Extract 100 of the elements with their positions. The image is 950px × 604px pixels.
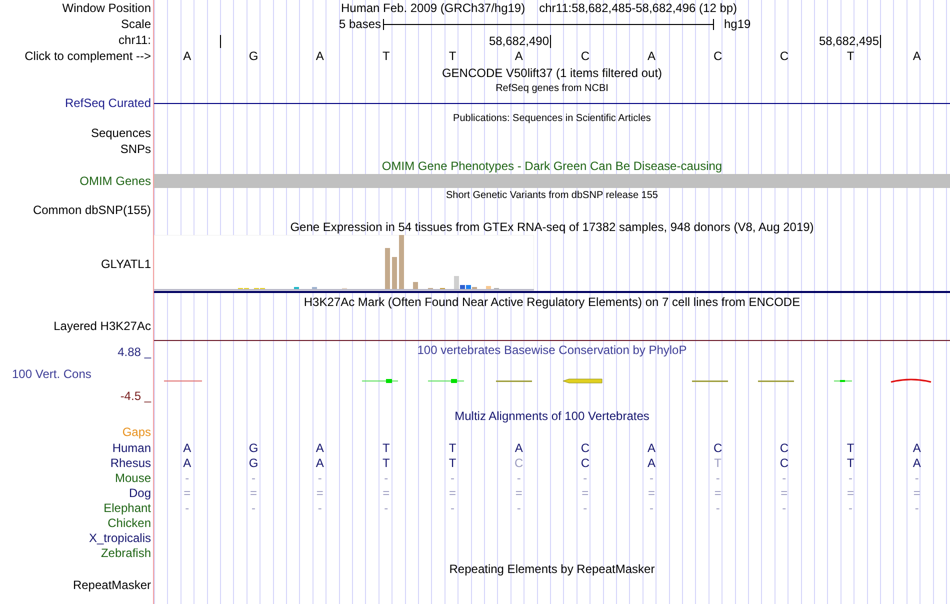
alignment-base: A — [514, 440, 523, 454]
alignment-base: - — [318, 470, 322, 484]
alignment-base: A — [316, 440, 324, 454]
alignment-base: G — [248, 440, 258, 454]
alignment-base: C — [780, 456, 788, 470]
base-letter[interactable]: A — [647, 49, 656, 63]
alignment-base: C — [780, 440, 788, 454]
alignment-base: C — [580, 456, 590, 470]
base-letter[interactable]: A — [912, 49, 921, 63]
alignment-base: A — [912, 456, 921, 470]
alignment-base: - — [716, 470, 720, 484]
track-label[interactable]: Elephant — [104, 500, 151, 514]
track-label[interactable]: 100 Vert. Cons — [0, 365, 92, 383]
alignment-base: T — [714, 456, 722, 470]
base-letter[interactable]: G — [248, 49, 258, 63]
alignment-base: A — [183, 440, 192, 454]
alignment-base: A — [912, 440, 921, 454]
base-letter[interactable]: C — [780, 49, 788, 63]
track-label[interactable]: Human — [112, 440, 151, 454]
track-title: Repeating Elements by RepeatMasker — [449, 560, 655, 578]
coordinate-label: 58,682,490 — [488, 35, 549, 48]
track-label[interactable]: Click to complement --> — [24, 49, 151, 63]
track-label[interactable]: Layered H3K27Ac — [54, 318, 151, 332]
alignment-base: - — [450, 470, 454, 484]
base-letter[interactable]: T — [382, 49, 390, 63]
alignment-base: - — [848, 500, 852, 514]
axis-min-label: -4.5 _ — [120, 388, 151, 405]
alignment-base: - — [716, 500, 720, 514]
track-label[interactable]: OMIM Genes — [80, 174, 151, 188]
alignment-base: = — [780, 486, 788, 500]
track-label[interactable]: X_tropicalis — [88, 530, 151, 544]
alignment-base: = — [582, 486, 589, 500]
track-label[interactable]: Chicken — [108, 516, 151, 530]
track-label[interactable]: Window Position — [62, 1, 151, 15]
alignment-base: = — [448, 486, 456, 500]
base-letter[interactable]: C — [580, 49, 590, 63]
track-title: OMIM Gene Phenotypes - Dark Green Can Be Disease-causing — [382, 158, 722, 174]
track-label[interactable]: Rhesus — [110, 456, 151, 470]
coordinate-label: 58,682,495 — [818, 35, 879, 48]
base-letter[interactable]: A — [183, 49, 192, 63]
alignment-base: T — [382, 440, 390, 454]
base-letter[interactable]: A — [514, 49, 523, 63]
alignment-base: - — [251, 500, 256, 514]
track-label[interactable]: chr11: — [118, 33, 151, 47]
alignment-base: - — [251, 470, 256, 484]
track-title: H3K27Ac Mark (Often Found Near Active Regulatory Elements) on 7 cell lines from ENCODE — [304, 294, 800, 310]
track-title: GENCODE V50lift37 (1 items filtered out) — [442, 64, 662, 82]
base-letter[interactable]: T — [846, 49, 854, 63]
alignment-base: - — [583, 500, 588, 514]
alignment-base: = — [382, 486, 390, 500]
assembly-name: Human Feb. 2009 (GRCh37/hg19) — [341, 0, 526, 17]
track-label[interactable]: Zebrafish — [100, 546, 151, 560]
alignment-base: = — [250, 486, 257, 500]
track-label[interactable]: SNPs — [120, 142, 151, 156]
track-label[interactable]: Common dbSNP(155) — [32, 203, 151, 217]
alignment-base: C — [713, 440, 722, 454]
track-label[interactable]: RepeatMasker — [72, 578, 151, 592]
track-label[interactable]: GLYATL1 — [100, 257, 151, 271]
base-letter[interactable]: A — [316, 49, 324, 63]
alignment-base: G — [248, 456, 258, 470]
track-label[interactable]: Mouse — [114, 470, 151, 484]
alignment-base: - — [185, 470, 190, 484]
alignment-base: A — [647, 456, 656, 470]
alignment-base: - — [583, 470, 588, 484]
base-letter[interactable]: C — [713, 49, 722, 63]
track-label[interactable]: RefSeq Curated — [64, 96, 151, 110]
alignment-base: T — [846, 456, 854, 470]
alignment-base: - — [782, 470, 786, 484]
alignment-base: = — [846, 486, 854, 500]
base-letter[interactable]: T — [448, 49, 456, 63]
alignment-base: - — [914, 470, 919, 484]
alignment-base: A — [316, 456, 324, 470]
alignment-base: - — [782, 500, 786, 514]
alignment-base: - — [516, 500, 521, 514]
alignment-base: = — [913, 486, 920, 500]
alignment-base: - — [384, 500, 388, 514]
alignment-base: C — [514, 456, 524, 470]
track-subtitle: RefSeq genes from NCBI — [496, 82, 608, 96]
alignment-base: C — [580, 440, 590, 454]
tick-mark — [550, 35, 551, 48]
alignment-base: - — [185, 500, 190, 514]
track-label[interactable]: Sequences — [90, 126, 151, 140]
alignment-base: = — [316, 486, 324, 500]
alignment-base: - — [384, 470, 388, 484]
track-subtitle: Short Genetic Variants from dbSNP release 155 — [446, 188, 658, 202]
alignment-base: - — [318, 500, 322, 514]
track-title: 100 vertebrates Basewise Conservation by PhyloP — [417, 342, 687, 359]
alignment-base: = — [714, 486, 722, 500]
alignment-base: - — [450, 500, 454, 514]
track-label[interactable]: Scale — [120, 17, 151, 31]
alignment-base: T — [448, 440, 456, 454]
tick-mark — [220, 35, 221, 48]
alignment-base: - — [848, 470, 852, 484]
alignment-base: - — [516, 470, 521, 484]
alignment-base: A — [647, 440, 656, 454]
tick-mark — [880, 35, 881, 48]
track-subtitle: Publications: Sequences in Scientific Articles — [453, 112, 651, 126]
alignment-base: - — [649, 500, 654, 514]
track-label[interactable]: Dog — [128, 486, 151, 500]
alignment-base: T — [448, 456, 456, 470]
